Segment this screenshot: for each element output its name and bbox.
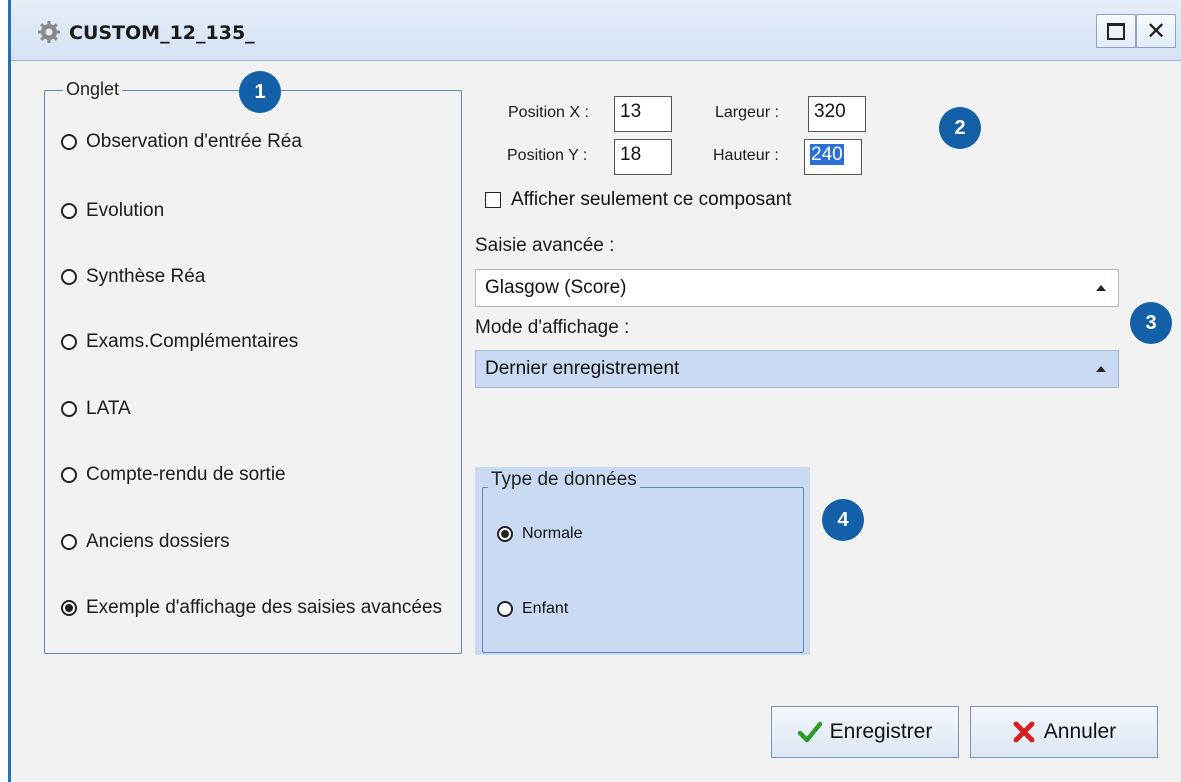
data-type-legend: Type de données <box>488 469 640 491</box>
onglet-option-label: Exams.Complémentaires <box>86 331 299 352</box>
save-button[interactable]: Enregistrer <box>771 706 959 758</box>
onglet-option-label: Evolution <box>86 200 165 221</box>
radio-icon <box>61 134 77 150</box>
checkbox-icon <box>485 192 501 208</box>
save-label: Enregistrer <box>829 720 933 743</box>
onglet-option[interactable]: Compte-rendu de sortie <box>61 464 286 486</box>
radio-selected-icon <box>61 600 77 616</box>
close-icon: ✕ <box>1145 17 1167 45</box>
onglet-option-selected[interactable]: Exemple d'affichage des saisies avancées <box>61 597 461 619</box>
mode-select[interactable]: Dernier enregistrement <box>475 350 1119 388</box>
height-value-selected: 240 <box>810 144 844 165</box>
radio-icon <box>497 601 513 617</box>
data-type-option-label: Normale <box>522 525 583 542</box>
gear-icon <box>38 21 60 43</box>
dropdown-arrow-icon[interactable] <box>1090 357 1112 381</box>
onglet-option-label: Compte-rendu de sortie <box>86 464 286 485</box>
onglet-option[interactable]: LATA <box>61 398 131 420</box>
width-label: Largeur : <box>715 104 780 121</box>
dialog-body: Onglet 1 Observation d'entrée Réa Evolut… <box>11 61 1181 782</box>
badge-1: 1 <box>239 71 281 113</box>
onglet-option[interactable]: Observation d'entrée Réa <box>61 131 302 153</box>
width-input[interactable]: 320 <box>808 96 866 132</box>
saisie-select[interactable]: Glasgow (Score) <box>475 269 1119 307</box>
cancel-label: Annuler <box>1043 720 1117 743</box>
mode-value: Dernier enregistrement <box>485 358 680 379</box>
height-label: Hauteur : <box>713 147 779 164</box>
data-type-group <box>482 487 804 653</box>
onglet-option-label: Exemple d'affichage des saisies avancées <box>86 597 443 618</box>
position-y-input[interactable]: 18 <box>614 139 672 175</box>
position-x-label: Position X : <box>508 104 589 121</box>
cancel-button[interactable]: Annuler <box>970 706 1158 758</box>
position-y-label: Position Y : <box>507 147 588 164</box>
title-bar[interactable]: CUSTOM_12_135_ ✕ <box>11 0 1181 61</box>
onglet-group <box>44 90 462 654</box>
badge-3: 3 <box>1130 302 1172 344</box>
radio-icon <box>61 203 77 219</box>
onglet-option-label: Anciens dossiers <box>86 531 230 552</box>
data-type-option-label: Enfant <box>522 600 569 617</box>
data-type-option-normale[interactable]: Normale <box>497 525 582 543</box>
only-component-checkbox[interactable]: Afficher seulement ce composant <box>485 189 792 211</box>
height-input[interactable]: 240 <box>804 139 862 175</box>
onglet-option[interactable]: Anciens dossiers <box>61 531 230 553</box>
cross-icon <box>1013 721 1035 743</box>
radio-icon <box>61 401 77 417</box>
saisie-label: Saisie avancée : <box>475 235 615 256</box>
onglet-option-label: Observation d'entrée Réa <box>86 131 302 152</box>
onglet-option[interactable]: Synthèse Réa <box>61 266 205 288</box>
radio-icon <box>61 334 77 350</box>
onglet-option[interactable]: Exams.Complémentaires <box>61 331 298 353</box>
onglet-legend: Onglet <box>63 79 123 100</box>
maximize-button[interactable] <box>1096 14 1136 48</box>
position-x-input[interactable]: 13 <box>614 96 672 132</box>
radio-icon <box>61 467 77 483</box>
badge-2: 2 <box>939 107 981 149</box>
radio-selected-icon <box>497 526 513 542</box>
data-type-option-enfant[interactable]: Enfant <box>497 600 568 618</box>
dropdown-arrow-icon[interactable] <box>1090 276 1112 300</box>
mode-label: Mode d'affichage : <box>475 317 630 338</box>
onglet-option-label: Synthèse Réa <box>86 266 206 287</box>
dialog-window: CUSTOM_12_135_ ✕ Onglet 1 Observation d'… <box>8 0 1181 782</box>
onglet-option[interactable]: Evolution <box>61 200 164 222</box>
saisie-value: Glasgow (Score) <box>485 277 627 298</box>
window-title: CUSTOM_12_135_ <box>69 22 255 44</box>
close-button[interactable]: ✕ <box>1136 14 1176 48</box>
onglet-option-label: LATA <box>86 398 131 419</box>
radio-icon <box>61 269 77 285</box>
badge-4: 4 <box>822 499 864 541</box>
maximize-icon <box>1107 22 1125 40</box>
radio-icon <box>61 534 77 550</box>
only-component-label: Afficher seulement ce composant <box>511 189 792 210</box>
checkmark-icon <box>797 721 822 743</box>
